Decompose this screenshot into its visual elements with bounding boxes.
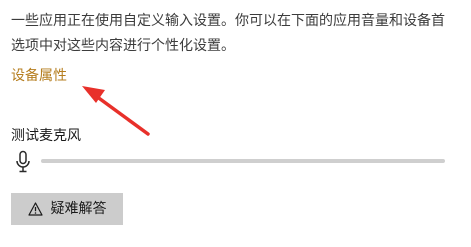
troubleshoot-button[interactable]: 疑难解答 — [11, 193, 123, 225]
warning-icon — [27, 202, 43, 216]
troubleshoot-label: 疑难解答 — [50, 201, 107, 217]
description-text: 一些应用正在使用自定义输入设置。你可以在下面的应用音量和设备首选项中对这些内容进… — [11, 13, 445, 54]
test-microphone-label: 测试麦克风 — [11, 128, 81, 144]
microphone-icon — [16, 150, 30, 173]
device-properties-link[interactable]: 设备属性 — [11, 66, 67, 86]
microphone-level-meter — [41, 159, 445, 163]
